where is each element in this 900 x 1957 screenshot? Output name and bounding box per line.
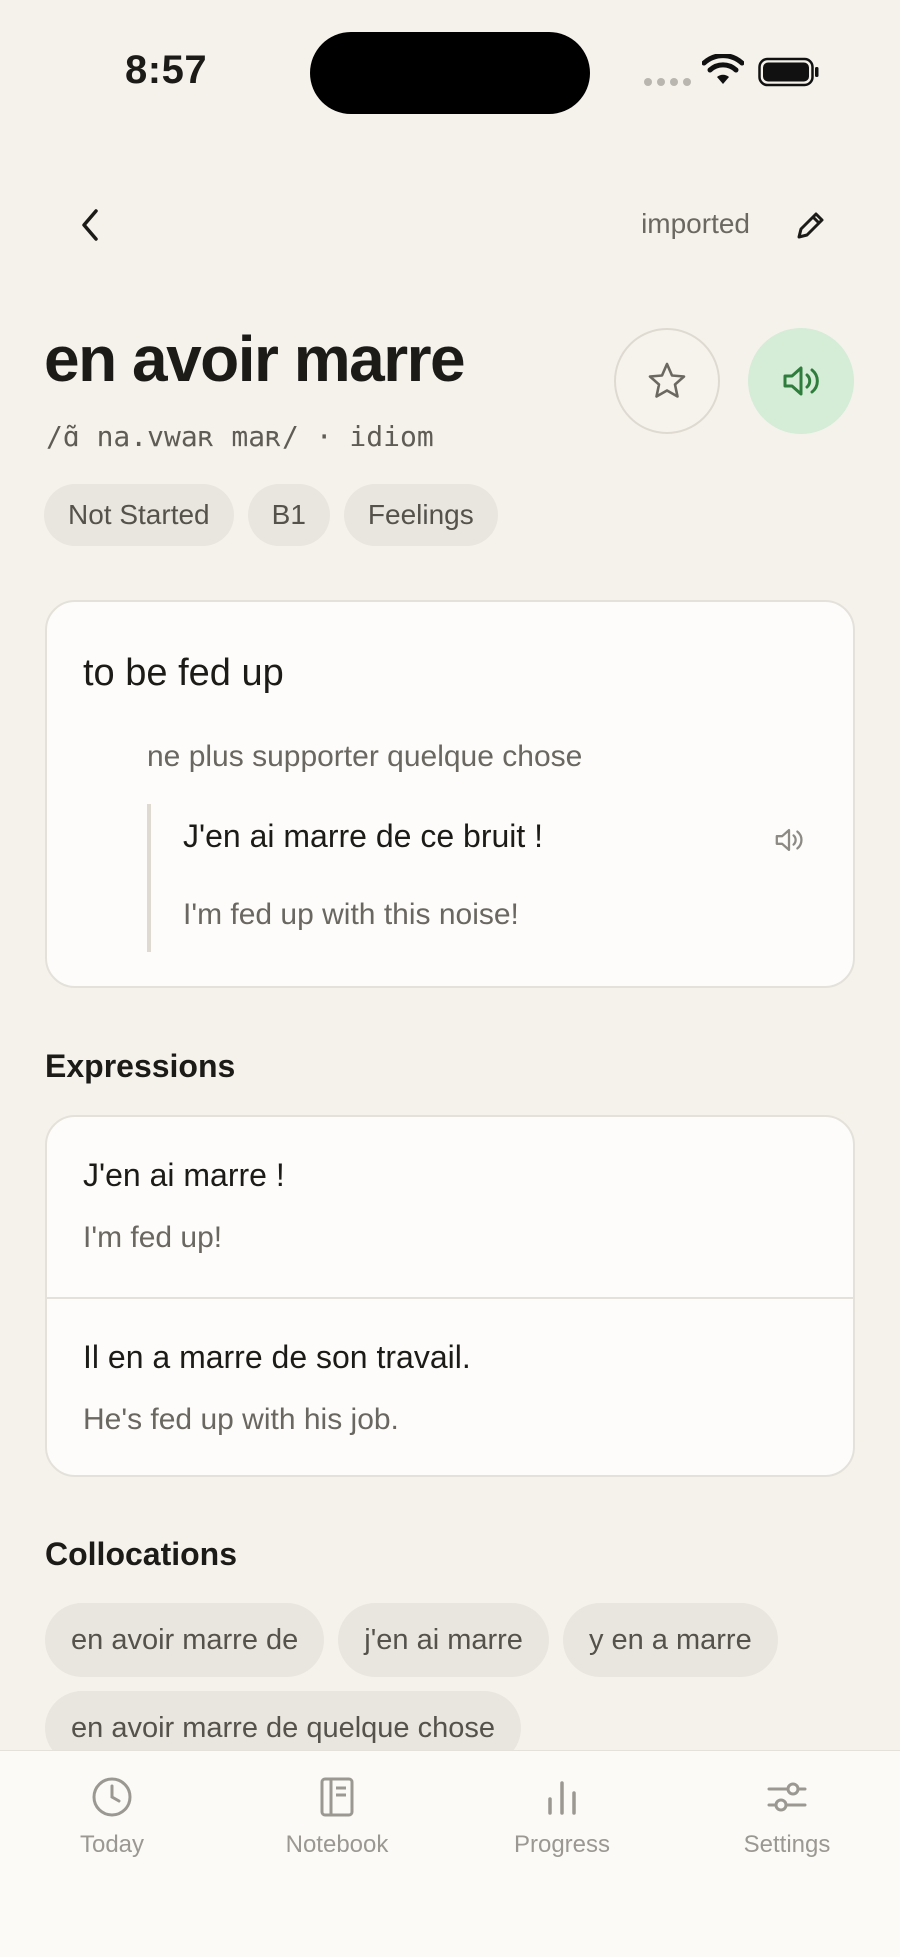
tab-settings[interactable]: Settings	[697, 1775, 877, 1875]
notebook-icon	[320, 1777, 354, 1817]
status-time: 8:57	[125, 48, 208, 92]
topic-tag: Feelings	[343, 484, 498, 546]
collocation-chip[interactable]: y en a marre	[562, 1603, 778, 1677]
definition-meaning: to be fed up	[83, 652, 284, 694]
expression-french: J'en ai marre !	[83, 1157, 285, 1193]
expression-french: Il en a marre de son travail.	[83, 1339, 471, 1375]
star-icon	[648, 362, 686, 398]
expression-english: I'm fed up!	[83, 1221, 223, 1254]
collocations-heading: Collocations	[45, 1536, 238, 1572]
collocation-chip[interactable]: en avoir marre de	[45, 1603, 325, 1677]
pronunciation-and-type: /ɑ̃ na.vwaʀ maʀ/ · idiom	[46, 420, 434, 453]
wifi-icon	[702, 54, 744, 84]
collocation-chip[interactable]: j'en ai marre	[338, 1603, 549, 1677]
chevron-left-icon	[82, 209, 98, 241]
bar-chart-icon	[548, 1781, 576, 1815]
clock-icon	[92, 1777, 132, 1817]
back-button[interactable]	[68, 200, 112, 250]
word-title: en avoir marre	[44, 323, 466, 395]
speaker-icon	[775, 828, 803, 852]
edit-button[interactable]	[788, 204, 832, 248]
word-detail-screen: 8:57 imported en avoir marre /ɑ̃ na.vwaʀ…	[0, 0, 900, 1957]
pencil-icon	[797, 212, 824, 239]
expression-item: J'en ai marre ! I'm fed up!	[47, 1117, 853, 1297]
collocation-list: en avoir marre de j'en ai marre y en a m…	[45, 1603, 855, 1765]
battery-icon	[758, 57, 819, 87]
tab-label: Progress	[513, 1831, 611, 1858]
sliders-icon	[767, 1782, 807, 1812]
status-tag: Not Started	[44, 484, 234, 546]
expressions-heading: Expressions	[45, 1048, 236, 1084]
expression-item: Il en a marre de son travail. He's fed u…	[47, 1297, 853, 1475]
play-audio-button[interactable]	[748, 328, 854, 434]
tag-list: Not Started B1 Feelings	[44, 484, 498, 546]
speaker-icon	[783, 366, 819, 396]
level-tag: B1	[247, 484, 330, 546]
tab-label: Notebook	[285, 1831, 389, 1858]
expressions-card: J'en ai marre ! I'm fed up! Il en a marr…	[45, 1115, 855, 1477]
example-block: J'en ai marre de ce bruit ! I'm fed up w…	[147, 804, 807, 952]
example-english: I'm fed up with this noise!	[183, 898, 519, 931]
tab-today[interactable]: Today	[22, 1775, 202, 1875]
tab-progress[interactable]: Progress	[472, 1775, 652, 1875]
definition-gloss: ne plus supporter quelque chose	[147, 740, 583, 773]
bottom-tab-bar: Today Notebook Progress Settings	[0, 1750, 900, 1957]
tab-notebook[interactable]: Notebook	[247, 1775, 427, 1875]
tab-label: Settings	[743, 1831, 831, 1858]
cellular-signal-icon	[644, 78, 691, 86]
source-label: imported	[641, 208, 750, 239]
favorite-button[interactable]	[614, 328, 720, 434]
dynamic-island	[310, 32, 590, 114]
tab-label: Today	[79, 1831, 145, 1858]
example-french: J'en ai marre de ce bruit !	[183, 818, 544, 854]
example-audio-button[interactable]	[771, 822, 807, 858]
expression-english: He's fed up with his job.	[83, 1403, 399, 1436]
definition-card: to be fed up ne plus supporter quelque c…	[45, 600, 855, 988]
